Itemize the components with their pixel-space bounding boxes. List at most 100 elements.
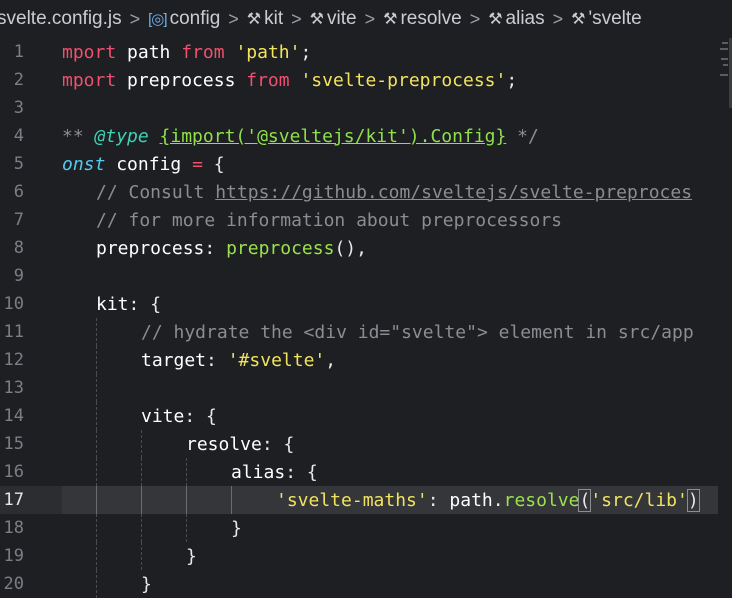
code-line[interactable]: 9 <box>0 262 732 290</box>
code-token: { <box>202 153 225 175</box>
indent-guide <box>96 458 97 486</box>
indent-guide <box>186 486 187 514</box>
code-token: kit <box>96 293 129 315</box>
line-number: 2 <box>13 70 24 90</box>
breadcrumb-item[interactable]: > ⚒ vite <box>283 8 356 30</box>
indent-guide <box>141 542 142 570</box>
code-line[interactable]: 12 target: '#svelte', <box>0 346 732 374</box>
code-line[interactable]: 8 preprocess: preprocess(), <box>0 234 732 262</box>
indent-guide <box>96 486 97 514</box>
code-text: } <box>186 546 197 567</box>
breadcrumb-label: config <box>169 8 221 29</box>
indent-guide <box>141 514 142 542</box>
line-number: 6 <box>13 182 24 202</box>
breadcrumb-label: kit <box>264 8 284 29</box>
code-token: preprocess <box>96 237 205 259</box>
indent-guide <box>186 458 187 486</box>
chevron-right-icon: > <box>228 8 239 29</box>
code-line[interactable]: 20} <box>0 570 732 598</box>
indent-guide <box>96 514 97 542</box>
indent-guide <box>141 486 142 514</box>
code-token: 'svelte-maths' <box>276 489 428 511</box>
code-text: onst config = { <box>62 154 225 175</box>
code-text: // Consult https://github.com/sveltejs/s… <box>96 182 692 203</box>
code-token: ) <box>686 488 700 512</box>
code-token: config <box>116 153 182 175</box>
code-token: onst <box>62 153 106 175</box>
code-token: ; <box>300 41 312 63</box>
breadcrumb-label: alias <box>505 8 545 29</box>
code-line[interactable]: 16 alias: { <box>0 458 732 486</box>
code-text: mport path from 'path'; <box>62 42 311 63</box>
wrench-icon: ⚒ <box>571 11 586 28</box>
code-text: kit: { <box>96 294 161 315</box>
code-token: : { <box>285 461 318 483</box>
code-token: '#svelte' <box>227 349 326 371</box>
breadcrumb-item[interactable]: svelte.config.js <box>0 8 122 30</box>
code-token: https://github.com/sveltejs/svelte-prepr… <box>215 181 693 203</box>
code-line[interactable]: 7 // for more information about preproces… <box>0 206 732 234</box>
code-line[interactable]: 4 ** @type {import('@sveltejs/kit').Confi… <box>0 122 732 150</box>
code-line[interactable]: 18} <box>0 514 732 542</box>
indent-guide <box>96 542 97 570</box>
line-number: 14 <box>3 406 24 426</box>
indent-guide <box>96 374 97 402</box>
code-token: : <box>206 349 228 371</box>
line-number: 11 <box>3 322 24 342</box>
code-line[interactable]: 19} <box>0 542 732 570</box>
code-text: vite: { <box>141 406 217 427</box>
breadcrumb-item[interactable]: > [◎] config <box>122 8 221 30</box>
breadcrumb-label: 'svelte <box>588 8 642 29</box>
code-line[interactable]: 10 kit: { <box>0 290 732 318</box>
code-line[interactable]: 14 vite: { <box>0 402 732 430</box>
code-token: // for more information about preprocess… <box>96 209 562 231</box>
indent-guide <box>96 570 97 598</box>
code-token: vite <box>141 405 185 427</box>
chevron-right-icon: > <box>291 8 302 29</box>
minimap[interactable] <box>718 38 732 580</box>
code-token: (), <box>334 237 367 259</box>
code-token: resolve <box>503 489 580 511</box>
code-line[interactable]: 3 <box>0 94 732 122</box>
minimap-line <box>720 48 728 50</box>
chevron-right-icon: > <box>364 8 376 29</box>
code-line[interactable]: 5 onst config = { <box>0 150 732 178</box>
breadcrumb-item[interactable]: > ⚒ kit <box>220 8 283 30</box>
line-number: 3 <box>13 98 24 118</box>
indent-guide <box>141 430 142 458</box>
code-editor[interactable]: 1 mport path from 'path'; 2 mport preproces… <box>0 38 732 598</box>
code-token: } <box>186 545 197 567</box>
code-token: : { <box>261 433 295 455</box>
code-token: path <box>449 489 493 511</box>
code-line[interactable]: 11 // hydrate the <div id="svelte"> eleme… <box>0 318 732 346</box>
code-line[interactable]: 6 // Consult https://github.com/sveltejs/… <box>0 178 732 206</box>
code-line[interactable]: 17 'svelte-maths': path.resolve('src/lib'… <box>0 486 732 514</box>
code-token: @type <box>94 125 149 147</box>
breadcrumb-item[interactable]: > ⚒'svelte <box>545 8 642 30</box>
code-line[interactable]: 13 <box>0 374 732 402</box>
line-number: 10 <box>3 294 24 314</box>
wrench-icon: ⚒ <box>488 11 503 28</box>
code-token: from <box>246 69 290 91</box>
code-token: preprocess <box>127 69 236 91</box>
code-line[interactable]: 2 mport preprocess from 'svelte-preproces… <box>0 66 732 94</box>
breadcrumb-item[interactable]: > ⚒ resolve <box>357 8 462 30</box>
line-number: 15 <box>3 434 24 454</box>
code-line[interactable]: 15 resolve: { <box>0 430 732 458</box>
line-number: 18 <box>3 518 24 538</box>
code-text: alias: { <box>231 462 318 483</box>
line-number: 7 <box>13 210 24 230</box>
code-text: // for more information about preprocess… <box>96 210 562 231</box>
code-line[interactable]: 1 mport path from 'path'; <box>0 38 732 66</box>
indent-guide <box>186 514 187 542</box>
code-token: mport <box>62 69 117 91</box>
breadcrumb-item[interactable]: > ⚒ alias <box>462 8 545 30</box>
minimap-line <box>722 42 728 44</box>
minimap-line <box>723 64 728 66</box>
